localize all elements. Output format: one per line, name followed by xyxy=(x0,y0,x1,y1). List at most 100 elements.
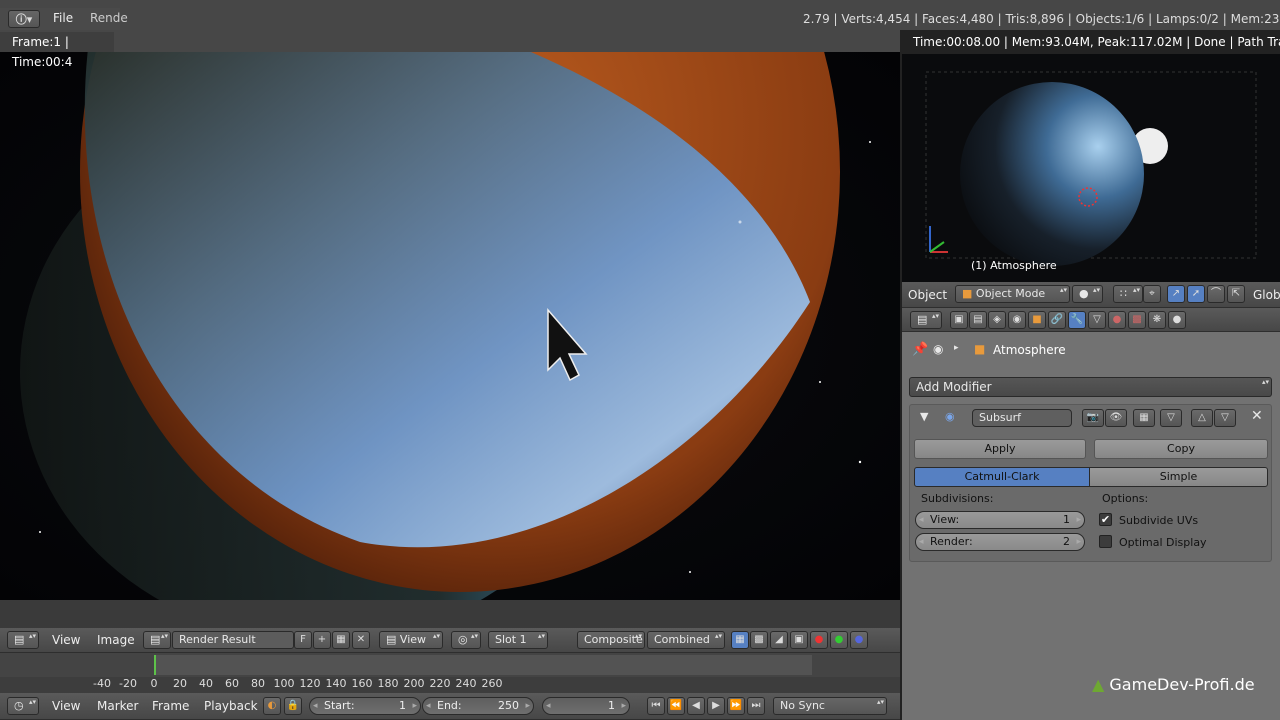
new-image-icon[interactable]: + xyxy=(313,631,331,649)
timeline-menu-playback[interactable]: Playback xyxy=(204,693,258,719)
manipulator-icon[interactable]: ⌖ xyxy=(1143,285,1161,303)
breadcrumb-separator-icon: ▸ xyxy=(954,343,959,353)
move-down-icon[interactable]: ▽ xyxy=(1214,409,1236,427)
subdivisions-label: Subdivisions: xyxy=(921,492,994,505)
timeline-menu-frame[interactable]: Frame xyxy=(152,693,189,719)
slot-dropdown[interactable]: Slot 1 xyxy=(488,631,548,649)
end-frame-field[interactable]: End: 250 xyxy=(422,697,534,715)
open-image-icon[interactable]: ▦ xyxy=(332,631,350,649)
tab-scene-icon[interactable]: ◈ xyxy=(988,311,1006,329)
timeline-menu-marker[interactable]: Marker xyxy=(97,693,138,719)
optimal-display-checkbox[interactable] xyxy=(1099,535,1112,548)
scene-stats: 2.79 | Verts:4,454 | Faces:4,480 | Tris:… xyxy=(803,8,1280,30)
jump-end-icon[interactable]: ⏭ xyxy=(747,697,765,715)
move-up-icon[interactable]: △ xyxy=(1191,409,1213,427)
view-levels-label: View: xyxy=(930,513,960,526)
pivot-point-icon: ∷ xyxy=(1120,287,1127,300)
jump-start-icon[interactable]: ⏮ xyxy=(647,697,665,715)
start-frame-field[interactable]: Start: 1 xyxy=(309,697,421,715)
timeline-tick-label: 220 xyxy=(429,677,451,690)
breadcrumb: 📌 ◉ ▸ ■ Atmosphere xyxy=(902,338,1280,364)
remove-modifier-icon[interactable]: ✕ xyxy=(1251,408,1263,424)
algorithm-catmull-clark[interactable]: Catmull-Clark xyxy=(914,467,1090,487)
image-editor-header: ▤ View Image ▤ Render Result F + ▦ ✕ ▤ V… xyxy=(0,628,900,653)
tab-modifiers-icon[interactable]: 🔧 xyxy=(1068,311,1086,329)
tab-texture-icon[interactable]: ▩ xyxy=(1128,311,1146,329)
use-preview-range-icon[interactable]: ◐ xyxy=(263,697,281,715)
tab-layers-icon[interactable]: ▤ xyxy=(969,311,987,329)
subdivide-uvs-checkbox[interactable]: ✔ xyxy=(1099,513,1112,526)
menu-view[interactable]: View xyxy=(52,628,80,652)
tab-render-icon[interactable]: ▣ xyxy=(950,311,968,329)
scale-icon[interactable]: ⇱ xyxy=(1227,285,1245,303)
viewport-menu-object[interactable]: Object xyxy=(908,282,947,307)
lock-icon[interactable]: 🔒 xyxy=(284,697,302,715)
rotate-icon[interactable]: ⌒ xyxy=(1207,285,1225,303)
collapse-arrow-icon[interactable]: ▼ xyxy=(920,410,928,423)
image-editor-scrollbar[interactable] xyxy=(0,600,900,628)
render-image-canvas[interactable] xyxy=(0,52,900,600)
sync-dropdown[interactable]: No Sync xyxy=(773,697,887,715)
z-buffer-icon[interactable]: ◢ xyxy=(770,631,788,649)
play-icon[interactable]: ▶ xyxy=(707,697,725,715)
3d-viewport[interactable]: (1) Atmosphere xyxy=(902,54,1280,282)
red-channel-icon[interactable]: ● xyxy=(810,631,828,649)
timeline-tick-label: 100 xyxy=(273,677,295,690)
view-levels-field[interactable]: View: 1 xyxy=(915,511,1085,529)
properties-editor-type[interactable]: ▤ xyxy=(910,311,942,329)
pass-dropdown[interactable]: Combined xyxy=(647,631,725,649)
show-editmode-icon[interactable]: ▦ xyxy=(1133,409,1155,427)
shading-icon: ● xyxy=(1079,287,1089,300)
algorithm-simple[interactable]: Simple xyxy=(1089,467,1268,487)
render-levels-field[interactable]: Render: 2 xyxy=(915,533,1085,551)
copy-button[interactable]: Copy xyxy=(1094,439,1268,459)
color-icon[interactable]: ▣ xyxy=(790,631,808,649)
view-mode-dropdown[interactable]: ▤ View xyxy=(379,631,443,649)
orientation-dropdown[interactable]: Globa xyxy=(1253,282,1280,307)
show-cage-icon[interactable]: ▽ xyxy=(1160,409,1182,427)
green-channel-icon[interactable]: ● xyxy=(830,631,848,649)
layer-dropdown[interactable]: Composite xyxy=(577,631,645,649)
tab-data-icon[interactable]: ▽ xyxy=(1088,311,1106,329)
tab-constraints-icon[interactable]: 🔗 xyxy=(1048,311,1066,329)
blue-channel-icon[interactable]: ● xyxy=(850,631,868,649)
tab-physics-icon[interactable]: ● xyxy=(1168,311,1186,329)
display-channels-icon[interactable]: ▦ xyxy=(731,631,749,649)
tab-world-icon[interactable]: ◉ xyxy=(1008,311,1026,329)
current-frame-field[interactable]: 1 xyxy=(542,697,630,715)
tab-object-icon[interactable]: ■ xyxy=(1028,311,1046,329)
unlink-image-icon[interactable]: ✕ xyxy=(352,631,370,649)
pivot-point-dropdown[interactable]: ∷ xyxy=(1113,285,1143,303)
timeline-menu-view[interactable]: View xyxy=(52,693,80,719)
current-frame-line[interactable] xyxy=(154,655,156,675)
timeline-tick-label: 200 xyxy=(403,677,425,690)
shading-dropdown[interactable]: ● xyxy=(1072,285,1103,303)
jump-keyframe-forward-icon[interactable]: ⏩ xyxy=(727,697,745,715)
menu-render[interactable]: Rende xyxy=(90,8,128,30)
jump-keyframe-back-icon[interactable]: ⏪ xyxy=(667,697,685,715)
pin-icon[interactable]: 📌 xyxy=(912,342,928,357)
menu-image[interactable]: Image xyxy=(97,628,135,652)
image-name-field[interactable]: Render Result xyxy=(172,631,294,649)
modifier-name-field[interactable]: Subsurf xyxy=(972,409,1072,427)
tab-particles-icon[interactable]: ❋ xyxy=(1148,311,1166,329)
apply-button[interactable]: Apply xyxy=(914,439,1086,459)
info-editor-type-icon[interactable]: ⓘ▾ xyxy=(8,10,40,28)
show-viewport-icon[interactable]: 👁 xyxy=(1105,409,1127,427)
mode-dropdown[interactable]: ■ Object Mode xyxy=(955,285,1070,303)
menu-file[interactable]: File xyxy=(53,8,73,30)
timeline-editor-type[interactable]: ◷ xyxy=(7,697,39,715)
editor-type-button[interactable]: ▤ xyxy=(7,631,39,649)
show-render-icon[interactable]: 📷 xyxy=(1082,409,1104,427)
pivot-dropdown[interactable]: ◎ xyxy=(451,631,481,649)
move-arrow-icon[interactable]: ➚ xyxy=(1187,285,1205,303)
add-modifier-dropdown[interactable]: Add Modifier xyxy=(909,377,1272,397)
play-reverse-icon[interactable]: ◀ xyxy=(687,697,705,715)
image-browse-button[interactable]: ▤ xyxy=(143,631,171,649)
timeline-header: ◷ View Marker Frame Playback ◐ 🔒 Start: 1… xyxy=(0,693,900,720)
translate-icon[interactable]: ↗ xyxy=(1167,285,1185,303)
alpha-icon[interactable]: ▩ xyxy=(750,631,768,649)
tab-material-icon[interactable]: ● xyxy=(1108,311,1126,329)
fake-user-button[interactable]: F xyxy=(294,631,312,649)
timeline-area[interactable]: -40 -20 0 20 40 60 80 100 120 140 160 180 200 220 240 2… xyxy=(0,653,900,693)
